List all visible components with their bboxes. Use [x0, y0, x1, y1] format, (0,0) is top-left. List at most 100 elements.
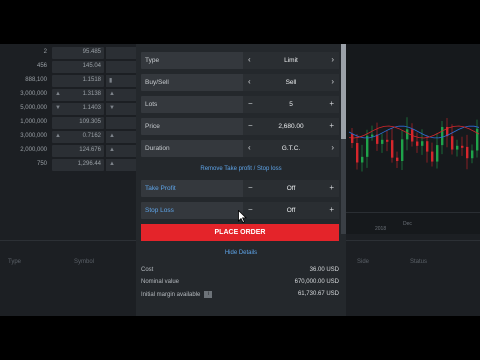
- table-row[interactable]: 3,000,000 ▲ 1.3138 ▲: [0, 88, 140, 102]
- buy-price-box[interactable]: [106, 117, 140, 129]
- duration-row: Duration ‹ G.T.C. ›: [141, 140, 339, 157]
- sell-price-box[interactable]: 109.305: [52, 117, 104, 129]
- table-row[interactable]: 1,000,000 109.305: [0, 116, 140, 130]
- sell-price-box[interactable]: ▼ 1.1403: [52, 103, 104, 115]
- chevron-right-icon[interactable]: ›: [331, 77, 334, 86]
- duration-selector[interactable]: ‹ G.T.C. ›: [243, 140, 339, 157]
- table-row[interactable]: 2 95.485: [0, 46, 140, 60]
- price-stepper[interactable]: − 2,680.00 +: [243, 118, 339, 135]
- candle-body: [406, 129, 409, 140]
- field-label: Type: [145, 57, 160, 64]
- plus-icon[interactable]: +: [329, 183, 334, 192]
- trend-icon: ▲: [109, 91, 115, 97]
- chevron-right-icon[interactable]: ›: [331, 143, 334, 152]
- trend-icon: ▲: [109, 147, 115, 153]
- chevron-right-icon[interactable]: ›: [331, 55, 334, 64]
- sell-price-box[interactable]: 124.676: [52, 145, 104, 157]
- take-profit-stepper[interactable]: − Off +: [243, 180, 339, 197]
- field-label: Lots: [145, 101, 158, 108]
- field-label[interactable]: Stop Loss: [145, 207, 174, 214]
- axis-label: Dec: [403, 221, 412, 227]
- trend-icon: ▼: [55, 105, 61, 111]
- scrollbar[interactable]: [341, 44, 346, 234]
- sell-price-box[interactable]: 145.04: [52, 61, 104, 73]
- price-cell: 1.1518: [82, 77, 101, 83]
- plus-icon[interactable]: +: [329, 99, 334, 108]
- field-label: Buy/Sell: [145, 79, 169, 86]
- column-header[interactable]: Symbol: [74, 259, 94, 265]
- candle-body: [456, 145, 459, 150]
- table-row[interactable]: 5,000,000 ▼ 1.1403 ▼: [0, 102, 140, 116]
- stop-loss-stepper[interactable]: − Off +: [243, 202, 339, 219]
- table-row[interactable]: 3,000,000 ▲ 0.7162 ▲: [0, 130, 140, 144]
- candle-body: [361, 156, 364, 163]
- field-label: Duration: [145, 145, 170, 152]
- amount-cell: 5,000,000: [20, 105, 47, 111]
- field-value[interactable]: 5: [243, 101, 339, 108]
- buy-price-box[interactable]: ▼: [106, 103, 140, 115]
- sell-price-box[interactable]: 95.485: [52, 47, 104, 59]
- field-value[interactable]: Off: [243, 185, 339, 192]
- candle-body: [436, 145, 439, 162]
- candle-body: [426, 141, 429, 152]
- candle-body: [471, 150, 474, 159]
- sell-price-box[interactable]: ▲ 1.3138: [52, 89, 104, 101]
- candle-body: [476, 128, 479, 151]
- field-value: Limit: [284, 57, 298, 64]
- sell-price-box[interactable]: ▲ 0.7162: [52, 131, 104, 143]
- column-header[interactable]: Status: [410, 259, 427, 265]
- table-row[interactable]: 2,000,000 124.676 ▲: [0, 144, 140, 158]
- scrollbar-thumb[interactable]: [341, 44, 346, 139]
- field-value[interactable]: Off: [243, 207, 339, 214]
- market-table: 2 95.485 456 145.04 888,100 1.1518 ▮ 3,0…: [0, 44, 140, 174]
- candle-body: [451, 136, 454, 150]
- buy-price-box[interactable]: ▲: [106, 89, 140, 101]
- trading-app: 2 95.485 456 145.04 888,100 1.1518 ▮ 3,0…: [0, 44, 480, 316]
- field-value[interactable]: 2,680.00: [243, 123, 339, 130]
- buy-sell-selector[interactable]: ‹ Sell ›: [243, 74, 339, 91]
- amount-cell: 3,000,000: [20, 91, 47, 97]
- sell-price-box[interactable]: 1.1518: [52, 75, 104, 87]
- buy-price-box[interactable]: [106, 47, 140, 59]
- table-row[interactable]: 888,100 1.1518 ▮: [0, 74, 140, 88]
- amount-cell: 456: [36, 63, 47, 69]
- price-cell: 124.676: [79, 147, 101, 153]
- place-order-button[interactable]: PLACE ORDER: [141, 224, 339, 241]
- video-frame: 2 95.485 456 145.04 888,100 1.1518 ▮ 3,0…: [0, 0, 480, 360]
- price-cell: 95.485: [82, 49, 101, 55]
- buy-price-box[interactable]: ▲: [106, 159, 140, 171]
- remove-tp-sl-link[interactable]: Remove Take profit / Stop loss: [136, 166, 346, 172]
- order-ticket-panel: Type ‹ Limit › Buy/Sell ‹ Sell › Lots −: [136, 44, 346, 316]
- price-cell: 1,296.44: [77, 161, 101, 167]
- candle-body: [421, 141, 424, 146]
- buy-price-box[interactable]: ▲: [106, 131, 140, 143]
- price-cell: 1.1403: [82, 105, 101, 111]
- field-value: G.T.C.: [281, 145, 301, 152]
- hide-details-link[interactable]: Hide Details: [136, 250, 346, 256]
- plus-icon[interactable]: +: [329, 205, 334, 214]
- buy-price-box[interactable]: [106, 61, 140, 73]
- price-chart[interactable]: [345, 44, 480, 234]
- candle-body: [416, 141, 419, 146]
- candle-body: [401, 139, 404, 162]
- info-icon[interactable]: i: [204, 291, 213, 298]
- order-type-row: Type ‹ Limit ›: [141, 52, 339, 69]
- column-header[interactable]: Side: [357, 259, 369, 265]
- table-row[interactable]: 750 1,296.44 ▲: [0, 158, 140, 172]
- field-label[interactable]: Take Profit: [145, 185, 176, 192]
- amount-cell: 2,000,000: [20, 147, 47, 153]
- order-type-selector[interactable]: ‹ Limit ›: [243, 52, 339, 69]
- sell-price-box[interactable]: 1,296.44: [52, 159, 104, 171]
- plus-icon[interactable]: +: [329, 121, 334, 130]
- column-header[interactable]: Type: [8, 259, 21, 265]
- summary-label: Nominal value: [141, 279, 180, 285]
- candle-body: [366, 135, 369, 157]
- buy-price-box[interactable]: ▮: [106, 75, 140, 87]
- candle-body: [381, 139, 384, 144]
- candlestick-chart: [348, 117, 480, 172]
- buy-price-box[interactable]: ▲: [106, 145, 140, 157]
- letterbox-bottom: [0, 316, 480, 360]
- lots-stepper[interactable]: − 5 +: [243, 96, 339, 113]
- lots-row: Lots − 5 +: [141, 96, 339, 113]
- table-row[interactable]: 456 145.04: [0, 60, 140, 74]
